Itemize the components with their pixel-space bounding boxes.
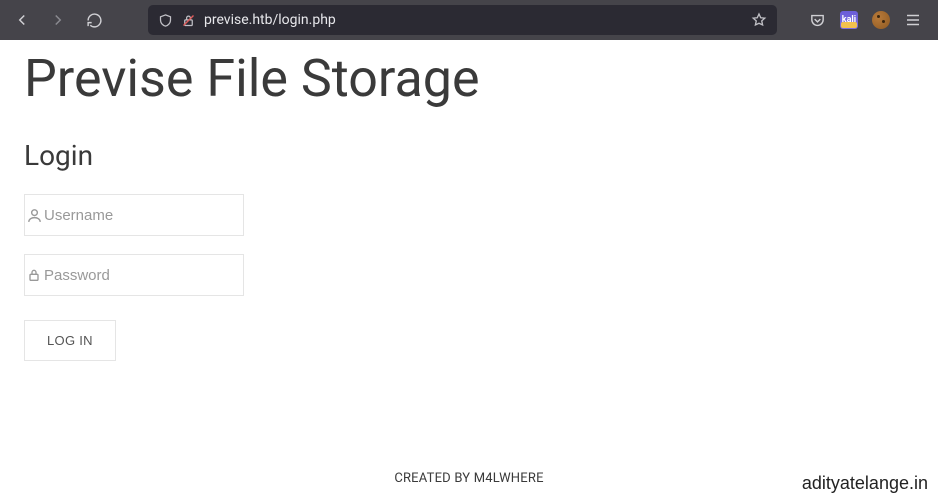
cookie-extension-icon[interactable] [872,11,890,29]
page-content: Previse File Storage Login LOG IN CREATE… [0,40,938,500]
page-title: Previse File Storage [24,48,914,109]
url-text: previse.htb/login.php [204,12,743,28]
toolbar-right: kali [809,11,928,29]
address-bar[interactable]: previse.htb/login.php [148,5,777,35]
reload-button[interactable] [82,8,106,32]
lock-icon [25,267,44,283]
browser-toolbar: previse.htb/login.php kali [0,0,938,40]
shield-icon[interactable] [158,13,173,28]
user-icon [25,207,44,224]
password-field-group [24,254,244,296]
footer-credit: CREATED BY M4LWHERE [0,471,938,486]
insecure-lock-icon[interactable] [181,13,196,28]
password-input[interactable] [44,255,243,295]
username-input[interactable] [44,195,243,235]
back-button[interactable] [10,8,34,32]
login-heading: Login [24,139,914,172]
pocket-icon[interactable] [809,12,826,29]
kali-extension-label: kali [842,15,856,26]
kali-extension-icon[interactable]: kali [840,11,858,29]
bookmark-star-icon[interactable] [751,12,767,28]
username-field-group [24,194,244,236]
menu-icon[interactable] [904,11,922,29]
login-button[interactable]: LOG IN [24,320,116,361]
forward-button[interactable] [46,8,70,32]
watermark: adityatelange.in [802,473,928,494]
